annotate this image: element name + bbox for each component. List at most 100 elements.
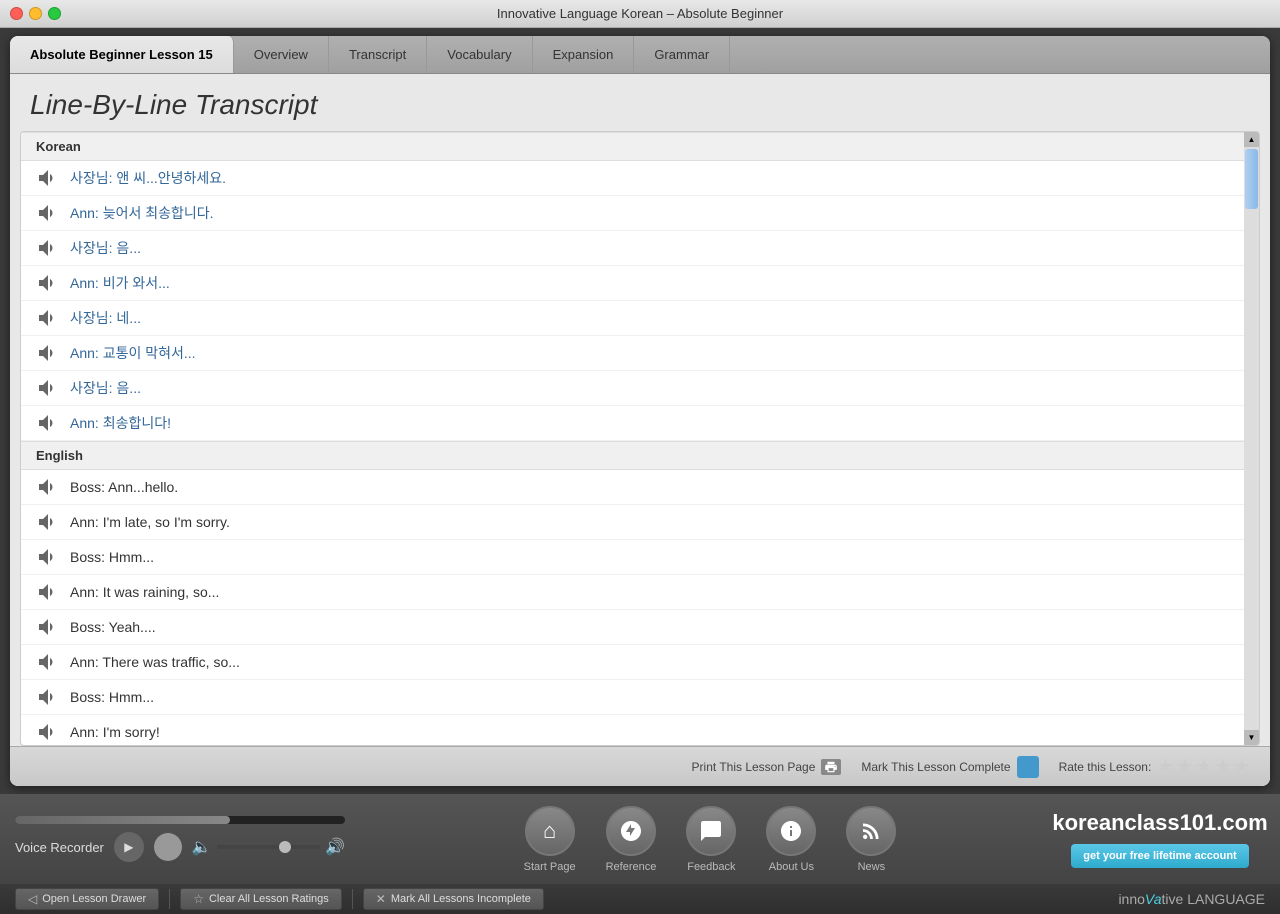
play-button[interactable]: ▶ xyxy=(114,832,144,862)
scroll-thumb[interactable] xyxy=(1245,149,1258,209)
audio-icon-k2[interactable] xyxy=(36,201,60,225)
star-1[interactable]: ★ xyxy=(1157,756,1173,777)
tab-grammar[interactable]: Grammar xyxy=(634,36,730,73)
feedback-label: Feedback xyxy=(687,861,735,873)
start-page-label: Start Page xyxy=(524,861,576,873)
english-line-3: Boss: Hmm... xyxy=(21,540,1244,575)
audio-icon-e3[interactable] xyxy=(36,545,60,569)
korean-text-6: Ann: 교통이 막혀서... xyxy=(70,343,196,363)
korean-line-2: Ann: 늦어서 최송합니다. xyxy=(21,196,1244,231)
complete-action[interactable]: Mark This Lesson Complete xyxy=(861,756,1038,778)
complete-label: Mark This Lesson Complete xyxy=(861,760,1010,774)
korean-text-4: Ann: 비가 와서... xyxy=(70,273,170,293)
star-4[interactable]: ★ xyxy=(1215,756,1231,777)
recorder-label: Voice Recorder xyxy=(15,840,104,855)
close-button[interactable] xyxy=(10,7,23,20)
tab-expansion[interactable]: Expansion xyxy=(533,36,635,73)
english-text-3: Boss: Hmm... xyxy=(70,549,154,565)
english-text-2: Ann: I'm late, so I'm sorry. xyxy=(70,514,230,530)
titlebar: Innovative Language Korean – Absolute Be… xyxy=(0,0,1280,28)
korean-text-7: 사장님: 음... xyxy=(70,378,141,398)
audio-icon-k4[interactable] xyxy=(36,271,60,295)
feedback-icon xyxy=(686,806,736,856)
print-icon xyxy=(821,759,841,775)
star-icon: ☆ xyxy=(193,892,204,906)
english-line-1: Boss: Ann...hello. xyxy=(21,470,1244,505)
english-text-7: Boss: Hmm... xyxy=(70,689,154,705)
print-action[interactable]: Print This Lesson Page xyxy=(692,759,842,775)
tab-overview[interactable]: Overview xyxy=(234,36,329,73)
recorder-progress-bar[interactable] xyxy=(15,816,345,824)
volume-slider[interactable]: 🔈 🔊 xyxy=(192,837,345,857)
brand-cta-button[interactable]: get your free lifetime account xyxy=(1071,844,1248,868)
audio-icon-e1[interactable] xyxy=(36,475,60,499)
start-page-icon: ⌂ xyxy=(525,806,575,856)
volume-track[interactable] xyxy=(217,845,320,849)
nav-start-page[interactable]: ⌂ Start Page xyxy=(524,806,576,873)
star-2[interactable]: ★ xyxy=(1176,756,1192,777)
tab-vocabulary[interactable]: Vocabulary xyxy=(427,36,532,73)
nav-news[interactable]: News xyxy=(846,806,896,873)
english-line-5: Boss: Yeah.... xyxy=(21,610,1244,645)
audio-icon-e4[interactable] xyxy=(36,580,60,604)
audio-icon-e8[interactable] xyxy=(36,720,60,744)
about-us-label: About Us xyxy=(769,861,814,873)
star-3[interactable]: ★ xyxy=(1196,756,1212,777)
scrollbar[interactable]: ▲ ▼ xyxy=(1244,132,1259,745)
window-controls xyxy=(10,7,61,20)
nav-feedback[interactable]: Feedback xyxy=(686,806,736,873)
complete-checkbox[interactable] xyxy=(1017,756,1039,778)
open-drawer-label: Open Lesson Drawer xyxy=(42,893,146,905)
nav-reference[interactable]: Reference xyxy=(606,806,657,873)
record-button[interactable] xyxy=(154,833,182,861)
open-lesson-drawer-button[interactable]: ◁ Open Lesson Drawer xyxy=(15,888,159,910)
audio-icon-k3[interactable] xyxy=(36,236,60,260)
tab-lesson[interactable]: Absolute Beginner Lesson 15 xyxy=(10,36,234,73)
audio-icon-e6[interactable] xyxy=(36,650,60,674)
tab-transcript[interactable]: Transcript xyxy=(329,36,427,73)
mark-incomplete-button[interactable]: ✕ Mark All Lessons Incomplete xyxy=(363,888,544,910)
audio-icon-e2[interactable] xyxy=(36,510,60,534)
transcript-scroll[interactable]: Korean 사장님: 앤 씨...안녕하세요. Ann: 늦어서 최송합니다. xyxy=(21,132,1244,745)
audio-icon-k8[interactable] xyxy=(36,411,60,435)
audio-icon-k5[interactable] xyxy=(36,306,60,330)
star-rating[interactable]: ★ ★ ★ ★ ★ xyxy=(1157,756,1250,777)
volume-high-icon: 🔊 xyxy=(325,837,345,857)
audio-icon-e7[interactable] xyxy=(36,685,60,709)
volume-thumb[interactable] xyxy=(279,841,291,853)
about-us-icon xyxy=(766,806,816,856)
english-line-4: Ann: It was raining, so... xyxy=(21,575,1244,610)
page-title: Line-By-Line Transcript xyxy=(30,89,1250,121)
scroll-up-arrow[interactable]: ▲ xyxy=(1244,132,1259,147)
star-5[interactable]: ★ xyxy=(1234,756,1250,777)
footer-brand: innoVative LANGUAGE xyxy=(1118,891,1265,907)
audio-icon-e5[interactable] xyxy=(36,615,60,639)
audio-icon-k1[interactable] xyxy=(36,166,60,190)
english-line-7: Boss: Hmm... xyxy=(21,680,1244,715)
content-area: Line-By-Line Transcript Korean 사장님: 앤 씨.… xyxy=(10,74,1270,786)
reference-label: Reference xyxy=(606,861,657,873)
audio-icon-k7[interactable] xyxy=(36,376,60,400)
korean-line-3: 사장님: 음... xyxy=(21,231,1244,266)
scroll-down-arrow[interactable]: ▼ xyxy=(1244,730,1259,745)
korean-text-5: 사장님: 네... xyxy=(70,308,141,328)
rate-action: Rate this Lesson: ★ ★ ★ ★ ★ xyxy=(1059,756,1250,777)
korean-line-8: Ann: 최송합니다! xyxy=(21,406,1244,441)
korean-text-1: 사장님: 앤 씨...안녕하세요. xyxy=(70,168,226,188)
drawer-icon: ◁ xyxy=(28,892,37,906)
korean-line-6: Ann: 교통이 막혀서... xyxy=(21,336,1244,371)
minimize-button[interactable] xyxy=(29,7,42,20)
english-text-8: Ann: I'm sorry! xyxy=(70,724,160,740)
voice-recorder: Voice Recorder ▶ 🔈 🔊 xyxy=(0,808,360,870)
clear-ratings-button[interactable]: ☆ Clear All Lesson Ratings xyxy=(180,888,342,910)
clear-ratings-label: Clear All Lesson Ratings xyxy=(209,893,329,905)
nav-about-us[interactable]: About Us xyxy=(766,806,816,873)
x-icon: ✕ xyxy=(376,892,386,906)
audio-icon-k6[interactable] xyxy=(36,341,60,365)
footer: Voice Recorder ▶ 🔈 🔊 ⌂ Start Page Refere… xyxy=(0,794,1280,884)
brand-area: koreanclass101.com get your free lifetim… xyxy=(1060,810,1280,868)
toolbar-separator-2 xyxy=(352,889,353,909)
toolbar-separator-1 xyxy=(169,889,170,909)
maximize-button[interactable] xyxy=(48,7,61,20)
transcript-container: Korean 사장님: 앤 씨...안녕하세요. Ann: 늦어서 최송합니다. xyxy=(20,131,1260,746)
